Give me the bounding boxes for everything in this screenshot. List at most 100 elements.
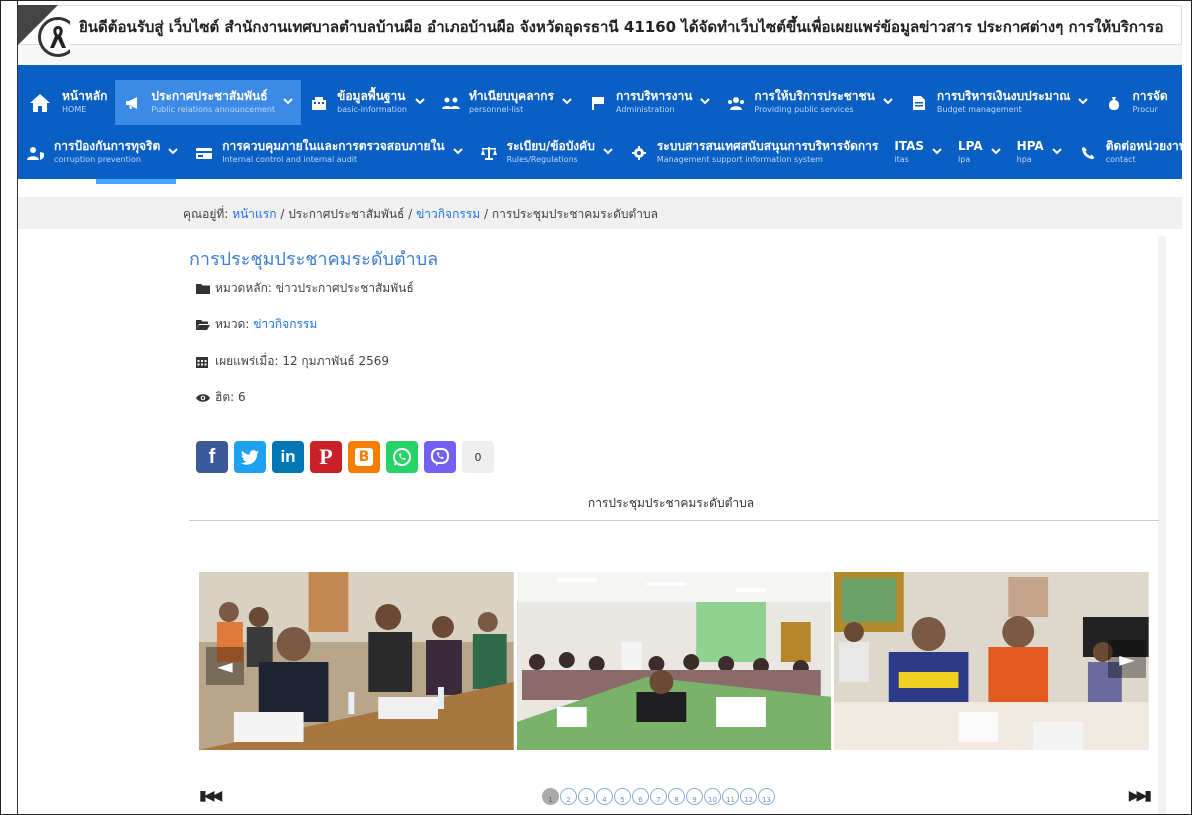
page-dot[interactable]: 4 (596, 788, 613, 805)
nav-item-text: การบริหารงาน Administration (616, 89, 693, 115)
page-dot[interactable]: 13 (758, 788, 775, 805)
nav-item-personnel-list[interactable]: ทำเนียบบุคลากร personnel-list (433, 80, 580, 125)
last-page-button[interactable]: ▶▶▮ (1129, 788, 1152, 804)
article-caption: การประชุมประชาคมระดับตำบล (587, 496, 755, 510)
nav-item-sublabel: Providing public services (754, 105, 854, 115)
whatsapp-share-button[interactable] (386, 441, 418, 473)
first-page-button[interactable]: ▮◀◀ (199, 788, 222, 804)
nav-item-sublabel: hpa (1016, 155, 1032, 165)
nav-item-management-support-information-system[interactable]: ระบบสารสนเทศสนับสนุนการบริหารจัดการ Manag… (621, 130, 887, 175)
page-dot[interactable]: 3 (578, 788, 595, 805)
gallery-photo[interactable] (834, 572, 1150, 750)
gallery-photo[interactable] (199, 572, 514, 750)
breadcrumb-category-link[interactable]: ข่าวกิจกรรม (416, 207, 480, 221)
nav-item-sublabel: Internal control and internal audit (222, 155, 358, 165)
viber-share-button[interactable] (424, 441, 456, 473)
linkedin-share-button[interactable]: in (272, 441, 304, 473)
nav-item-sublabel: Procur (1132, 105, 1158, 115)
main-category-label: หมวดหลัก: (215, 281, 272, 295)
main-category-value: ข่าวประกาศประชาสัมพันธ์ (275, 281, 414, 295)
nav-item-text: ติดต่อหน่วยงาน contact (1106, 139, 1187, 165)
blogger-share-button[interactable]: B (348, 441, 380, 473)
nav-item-home[interactable]: หน้าหลัก HOME (18, 80, 115, 125)
page-dot[interactable]: 1 (542, 788, 559, 805)
mourning-ribbon-badge (18, 5, 70, 57)
nav-item-sublabel: Management support information system (656, 155, 823, 165)
folder-open-icon (196, 319, 210, 331)
page-dot[interactable]: 11 (722, 788, 739, 805)
page-dot[interactable]: 2 (560, 788, 577, 805)
category-link[interactable]: ข่าวกิจกรรม (253, 315, 317, 334)
nav-item-hpa[interactable]: HPA hpa (1009, 130, 1070, 175)
breadcrumb-separator: / (408, 207, 413, 221)
nav-item-label: การป้องกันการทุจริต (54, 139, 161, 153)
pinterest-share-button[interactable]: P (310, 441, 342, 473)
page-dot[interactable]: 8 (668, 788, 685, 805)
nav-item-sublabel: personnel-list (468, 105, 524, 115)
twitter-icon (241, 449, 259, 465)
chevron-down-icon (168, 147, 178, 158)
nav-item-corruption-prevention[interactable]: การป้องกันการทุจริต corruption prevention (18, 130, 186, 175)
article-title: การประชุมประชาคมระดับตำบล (189, 249, 439, 270)
nav-item-sublabel: Budget management (936, 105, 1022, 115)
nav-item-rules-regulations[interactable]: ระเบียบ/ข้อบังคับ Rules/Regulations (471, 130, 621, 175)
calendar-icon (196, 356, 210, 368)
gallery-photo[interactable] (516, 572, 832, 750)
gallery-prev-button[interactable]: ◄ (206, 647, 244, 685)
eye-icon (196, 392, 210, 404)
pinterest-icon: P (319, 444, 333, 469)
nav-item-label: ITAS (894, 139, 925, 153)
twitter-share-button[interactable] (234, 441, 266, 473)
nav-item-text: การป้องกันการทุจริต corruption prevention (54, 139, 161, 165)
hit-count: ฮิต: 6 (215, 390, 246, 404)
nav-item-public-relations-announcement[interactable]: ประกาศประชาสัมพันธ์ Public relations anno… (115, 80, 302, 125)
left-edge (8, 1, 18, 814)
chevron-down-icon (990, 147, 1001, 158)
blogger-icon: B (355, 448, 373, 466)
nav-active-indicator (96, 179, 176, 184)
flag-icon (588, 93, 608, 113)
breadcrumb-home-link[interactable]: หน้าแรก (232, 207, 276, 221)
nav-item-text: ทำเนียบบุคลากร personnel-list (468, 89, 554, 115)
page-dot[interactable]: 7 (650, 788, 667, 805)
header-gap (18, 45, 1182, 65)
page-dot[interactable]: 10 (704, 788, 721, 805)
chevron-down-icon (883, 97, 893, 108)
phone-icon (1078, 143, 1098, 163)
page-dot[interactable]: 12 (740, 788, 757, 805)
page-dot[interactable]: 5 (614, 788, 631, 805)
nav-item-itas[interactable]: ITAS itas (886, 130, 950, 175)
nav-item-lpa[interactable]: LPA lpa (950, 130, 1009, 175)
nav-item-providing-public-services[interactable]: การให้บริการประชาชน Providing public serv… (718, 80, 900, 125)
nav-item-text: การจัด Procur (1132, 89, 1167, 115)
nav-item-contact[interactable]: ติดต่อหน่วยงาน contact (1070, 130, 1191, 175)
building-icon (309, 93, 329, 113)
user-shield-icon (26, 143, 46, 163)
nav-item-text: ข้อมูลพื้นฐาน basic-information (337, 89, 407, 115)
page-dot[interactable]: 9 (686, 788, 703, 805)
gallery-next-button[interactable]: ► (1108, 640, 1146, 678)
nav-item-sublabel: lpa (958, 155, 971, 165)
moneybag-icon (1104, 93, 1124, 113)
chevron-down-icon (932, 147, 942, 158)
chevron-down-icon (700, 97, 711, 108)
card-icon (194, 143, 214, 163)
nav-item-label: หน้าหลัก (62, 89, 108, 103)
nav-item-procur[interactable]: การจัด Procur (1096, 80, 1175, 125)
nav-item-text: การบริหารเงินงบประมาณ Budget management (936, 89, 1071, 115)
chevron-down-icon (415, 97, 425, 108)
chevron-down-icon (562, 97, 572, 108)
nav-item-internal-control-and-internal-audit[interactable]: การควบคุมภายในและการตรวจสอบภายใน Internal… (186, 130, 470, 175)
share-counter: 0 (462, 441, 494, 473)
page-dot[interactable]: 6 (632, 788, 649, 805)
nav-item-text: ระเบียบ/ข้อบังคับ Rules/Regulations (507, 139, 595, 165)
nav-item-label: ระบบสารสนเทศสนับสนุนการบริหารจัดการ (656, 139, 879, 153)
nav-item-label: การให้บริการประชาชน (754, 89, 875, 103)
users-icon (441, 93, 461, 113)
nav-item-label: การบริหารงาน (616, 89, 693, 103)
nav-item-label: การควบคุมภายในและการตรวจสอบภายใน (222, 139, 445, 153)
nav-item-basic-information[interactable]: ข้อมูลพื้นฐาน basic-information (301, 80, 433, 125)
nav-item-administration[interactable]: การบริหารงาน Administration (580, 80, 718, 125)
facebook-share-button[interactable]: f (196, 441, 228, 473)
nav-item-budget-management[interactable]: การบริหารเงินงบประมาณ Budget management (901, 80, 1097, 125)
